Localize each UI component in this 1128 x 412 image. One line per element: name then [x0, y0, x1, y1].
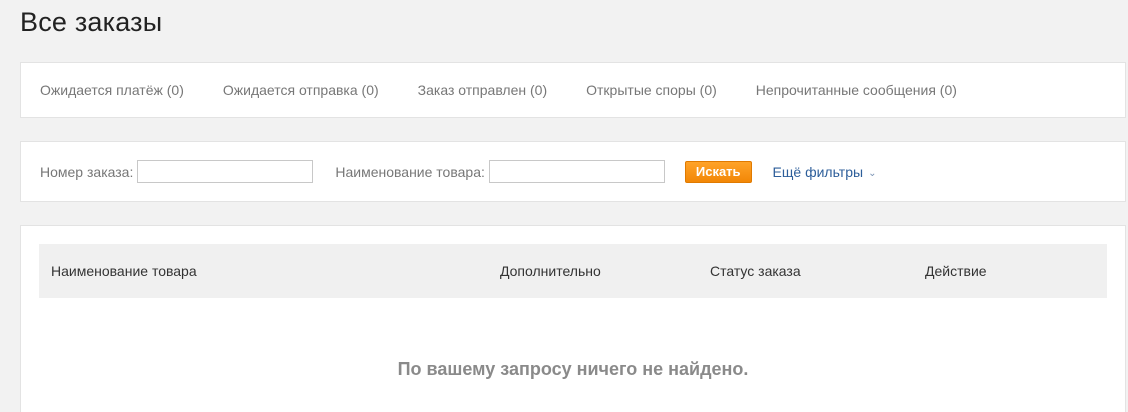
- tab-awaiting-payment[interactable]: Ожидается платёж (0): [40, 82, 184, 98]
- page-title: Все заказы: [20, 7, 163, 37]
- product-name-input[interactable]: [488, 160, 665, 183]
- order-number-label: Номер заказа:: [40, 163, 134, 180]
- table-header: Наименование товара Дополнительно Статус…: [39, 244, 1107, 298]
- order-status-tabs: Ожидается платёж (0) Ожидается отправка …: [20, 62, 1126, 118]
- orders-page: Все заказы Ожидается платёж (0) Ожидаетс…: [0, 0, 1128, 412]
- search-filters: Номер заказа: Наименование товара: Искат…: [20, 141, 1126, 202]
- more-filters-link[interactable]: Ещё фильтры ⌄: [773, 164, 877, 180]
- orders-results: Наименование товара Дополнительно Статус…: [20, 225, 1126, 412]
- chevron-down-icon: ⌄: [868, 167, 877, 179]
- search-button[interactable]: Искать: [684, 160, 752, 183]
- tab-awaiting-shipment[interactable]: Ожидается отправка (0): [223, 82, 379, 98]
- order-number-input[interactable]: [137, 160, 314, 183]
- column-header-product-name: Наименование товара: [51, 263, 197, 279]
- column-header-additional: Дополнительно: [500, 263, 601, 279]
- empty-results-message: По вашему запросу ничего не найдено.: [397, 359, 749, 379]
- column-header-action: Действие: [925, 263, 987, 279]
- tab-unread-messages[interactable]: Непрочитанные сообщения (0): [756, 82, 957, 98]
- column-header-order-status: Статус заказа: [710, 263, 801, 279]
- more-filters-label: Ещё фильтры: [772, 163, 864, 180]
- product-name-label: Наименование товара:: [335, 163, 485, 180]
- tab-open-disputes[interactable]: Открытые споры (0): [586, 82, 717, 98]
- tab-order-shipped[interactable]: Заказ отправлен (0): [418, 82, 547, 98]
